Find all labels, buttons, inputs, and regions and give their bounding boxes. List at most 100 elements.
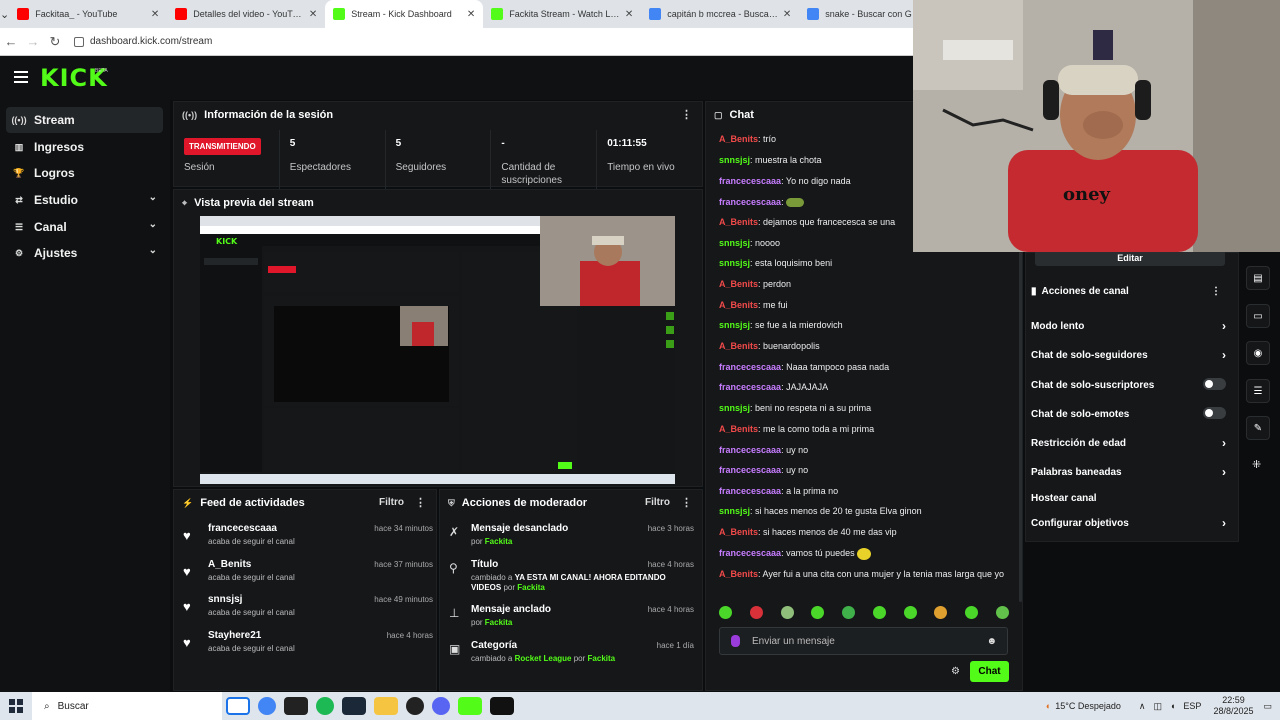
emote-icon[interactable] [903,606,917,619]
mod-action-user[interactable]: Fackita [485,537,513,546]
toggle-switch[interactable] [1203,407,1226,419]
discord-icon[interactable] [432,697,450,715]
sidebar-item-ajustes[interactable]: ⚙ Ajustes ⌄ [6,240,163,266]
more-options-icon[interactable]: ⋮ [1211,286,1221,297]
chevron-down-icon[interactable]: ⌄ [149,192,157,203]
kick-app-icon[interactable] [458,697,482,715]
taskbar-search[interactable]: ⌕ Buscar [32,692,222,720]
capcut-icon[interactable] [490,697,514,715]
emote-icon[interactable] [719,606,732,619]
more-options-icon[interactable]: ⋮ [415,496,426,509]
rail-notes-icon[interactable]: ▤ [1246,266,1270,290]
chat-username[interactable]: snnsjsj [719,320,750,330]
mod-action-user[interactable]: Fackita [485,618,513,627]
chat-username[interactable]: A_Benits [719,300,758,310]
chat-username[interactable]: francecescaaa [719,197,781,207]
tray-chevron-icon[interactable]: ∧ [1139,701,1146,712]
sidebar-item-estudio[interactable]: ⇄ Estudio ⌄ [6,187,163,213]
stream-preview-video[interactable]: KICK [200,216,675,484]
browser-tab[interactable]: Fackita Stream - Watch Live on ✕ [483,0,641,28]
close-tab-icon[interactable]: ✕ [783,9,791,20]
channel-action-item[interactable]: Chat de solo-suscriptores [1031,378,1226,391]
channel-action-item[interactable]: Chat de solo-seguidores › [1031,348,1226,362]
channel-action-item[interactable]: Configurar objetivos › [1031,516,1226,530]
emoji-icon[interactable]: ☻ [986,636,997,647]
channel-action-item[interactable]: Restricción de edad › [1031,436,1226,450]
chat-username[interactable]: francecescaaa [719,362,781,372]
chevron-down-icon[interactable]: ⌄ [149,245,157,256]
steam-icon[interactable] [342,697,366,715]
obs-icon[interactable] [406,697,424,715]
network-icon[interactable]: ◫ [1153,701,1162,712]
chat-username[interactable]: A_Benits [719,527,758,537]
chat-scrollbar[interactable] [1019,252,1022,602]
browser-tab[interactable]: Stream - Kick Dashboard ✕ [325,0,484,28]
mod-action-user[interactable]: Fackita [588,654,616,663]
chat-username[interactable]: snnsjsj [719,403,750,413]
chat-username[interactable]: francecescaaa [719,445,781,455]
rail-wrench-icon[interactable]: ✎ [1246,416,1270,440]
channel-action-item[interactable]: Modo lento › [1031,319,1226,333]
emote-icon[interactable] [842,606,856,619]
chat-username[interactable]: snnsjsj [719,258,750,268]
channel-action-item[interactable]: Palabras baneadas › [1031,465,1226,479]
chat-send-button[interactable]: Chat [970,661,1009,682]
chat-username[interactable]: A_Benits [719,217,758,227]
chat-username[interactable]: A_Benits [719,424,758,434]
chat-username[interactable]: A_Benits [719,134,758,144]
mod-action-user[interactable]: Fackita [517,583,545,592]
chrome-icon[interactable] [258,697,276,715]
notification-icon[interactable]: ▭ [1263,701,1272,712]
emote-icon[interactable] [965,606,979,619]
chat-username[interactable]: snnsjsj [719,238,750,248]
more-options-icon[interactable]: ⋮ [681,496,692,509]
chat-username[interactable]: snnsjsj [719,506,750,516]
sidebar-item-logros[interactable]: 🏆 Logros [6,160,163,186]
file-explorer-icon[interactable] [374,697,398,715]
chat-username[interactable]: A_Benits [719,569,758,579]
chat-username[interactable]: francecescaaa [719,176,781,186]
feed-username[interactable]: snnsjsj [208,594,242,605]
chat-username[interactable]: snnsjsj [719,155,750,165]
spotify-icon[interactable] [316,697,334,715]
chat-username[interactable]: francecescaaa [719,465,781,475]
weather-text[interactable]: 15°C Despejado [1055,701,1121,711]
edit-button[interactable]: Editar [1035,250,1225,266]
emote-icon[interactable] [749,606,763,619]
sidebar-item-stream[interactable]: ((•)) Stream [6,107,163,133]
rail-chat-icon[interactable]: ▭ [1246,304,1270,328]
sidebar-item-canal[interactable]: ☰ Canal ⌄ [6,214,163,240]
toggle-switch[interactable] [1203,378,1226,390]
menu-icon[interactable] [14,71,28,83]
back-icon[interactable]: ← [0,34,22,49]
chrome-profile-icon[interactable] [226,697,250,715]
volume-icon[interactable]: ◖ [1170,701,1175,711]
channel-action-item[interactable]: Hostear canal [1031,493,1226,504]
chat-username[interactable]: A_Benits [719,279,758,289]
chat-settings-gear-icon[interactable]: ⚙ [951,666,960,677]
tab-list-dropdown-icon[interactable]: ⌄ [0,8,9,21]
feed-username[interactable]: Stayhere21 [208,630,261,641]
close-tab-icon[interactable]: ✕ [151,9,159,20]
emote-icon[interactable] [811,606,825,619]
more-options-icon[interactable]: ⋮ [681,108,692,121]
emote-icon[interactable] [872,606,886,619]
clock[interactable]: 22:59 28/8/2025 [1213,695,1253,717]
forward-icon[interactable]: → [22,34,44,49]
chat-username[interactable]: A_Benits [719,341,758,351]
chat-username[interactable]: francecescaaa [719,382,781,392]
feed-username[interactable]: A_Benits [208,559,251,570]
emote-icon[interactable] [995,606,1009,619]
site-info-icon[interactable] [74,36,84,47]
browser-tab[interactable]: capitán b mccrea - Buscar con G ✕ [641,0,799,28]
epic-games-icon[interactable] [284,697,308,715]
rail-broadcast-icon[interactable]: ◉ [1246,341,1270,365]
chat-username[interactable]: francecescaaa [719,486,781,496]
browser-tab[interactable]: Detalles del video - YouTube St ✕ [167,0,325,28]
feed-filter-button[interactable]: Filtro [379,497,404,508]
windows-start-icon[interactable] [0,692,32,720]
close-tab-icon[interactable]: ✕ [467,9,475,20]
feed-username[interactable]: francecescaaa [208,523,277,534]
emote-icon[interactable] [780,606,794,619]
chat-message-input[interactable]: Enviar un mensaje ☻ [719,627,1008,655]
